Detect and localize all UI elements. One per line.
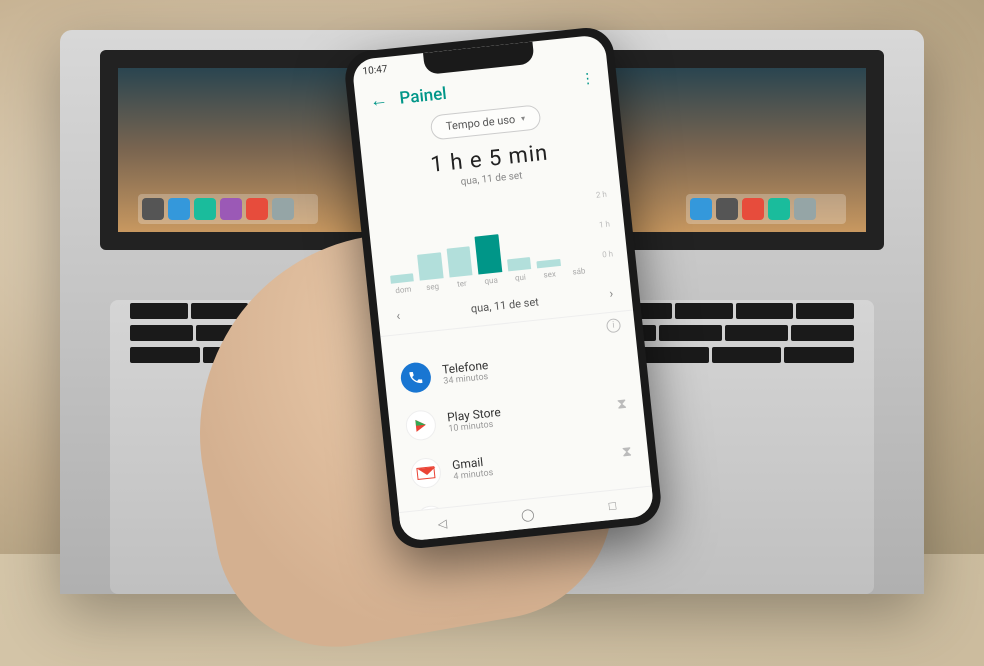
play-icon <box>404 409 437 442</box>
hourglass-icon[interactable]: ⧗ <box>621 443 632 460</box>
bar-label: dom <box>395 285 412 296</box>
usage-chart[interactable]: 2 h 1 h 0 h dom seg ter qua qui sex sáb <box>383 183 613 296</box>
nav-home-button[interactable]: ◯ <box>520 506 535 521</box>
filter-label: Tempo de uso <box>445 113 515 133</box>
chart-bar[interactable]: seg <box>417 252 444 292</box>
status-time: 10:47 <box>362 63 388 77</box>
filter-dropdown[interactable]: Tempo de uso ▾ <box>430 104 542 140</box>
app-info: Telefone34 minutos <box>441 344 623 387</box>
axis-tick: 0 h <box>602 249 614 259</box>
chart-bar[interactable]: sáb <box>566 263 591 277</box>
nav-date-label: qua, 11 de set <box>470 295 539 315</box>
nav-back-button[interactable]: ◁ <box>437 516 448 531</box>
bar-label: sáb <box>572 266 586 276</box>
prev-day-button[interactable]: ‹ <box>396 309 401 324</box>
chart-bar[interactable]: qui <box>507 257 533 283</box>
back-arrow-icon[interactable]: ← <box>369 89 389 112</box>
chart-bar[interactable]: qua <box>475 234 504 286</box>
app-usage-list: Telefone34 minutos Play Store10 minutos ⧗ G… <box>383 330 652 512</box>
bar-label: sex <box>543 269 556 279</box>
app-info: Play Store10 minutos <box>447 394 607 434</box>
nav-recent-button[interactable]: □ <box>608 498 617 513</box>
mac-dock-right <box>686 194 846 224</box>
gmail-icon <box>409 457 442 490</box>
bar-label: qua <box>484 276 498 286</box>
phone-device: 10:47 ← Painel ⋮ Tempo de uso ▾ 1 h e 5 … <box>343 25 664 550</box>
page-title: Painel <box>399 71 570 109</box>
hourglass-icon[interactable]: ⧗ <box>616 396 627 413</box>
app-info: Gmail4 minutos <box>452 442 612 482</box>
bar-label: qui <box>515 273 527 283</box>
next-day-button[interactable]: › <box>609 287 614 302</box>
chart-bar[interactable]: sex <box>537 259 562 280</box>
axis-tick: 2 h <box>595 190 607 200</box>
phone-icon <box>399 361 432 394</box>
bar-label: seg <box>426 282 440 292</box>
chevron-down-icon: ▾ <box>521 114 526 123</box>
mac-dock-left <box>138 194 318 224</box>
chart-bar[interactable]: ter <box>446 246 474 289</box>
chart-bar[interactable]: dom <box>390 273 415 295</box>
axis-tick: 1 h <box>599 220 611 230</box>
bar-label: ter <box>457 279 467 289</box>
overflow-menu-icon[interactable]: ⋮ <box>580 70 596 87</box>
phone-screen: 10:47 ← Painel ⋮ Tempo de uso ▾ 1 h e 5 … <box>351 34 654 542</box>
